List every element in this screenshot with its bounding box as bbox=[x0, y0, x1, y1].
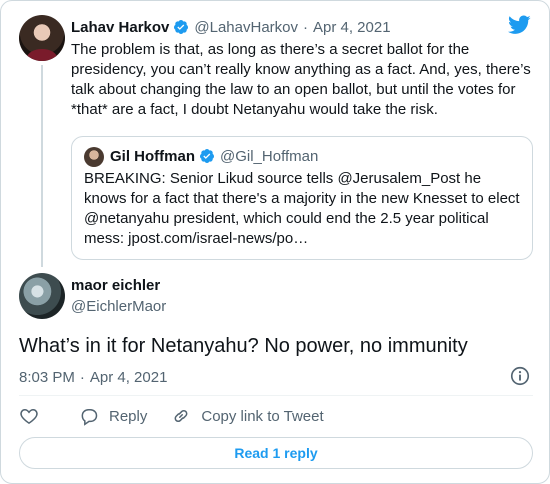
reply-button[interactable]: Reply bbox=[79, 406, 147, 426]
thread-connector-line bbox=[41, 65, 43, 267]
reply-bubble-icon bbox=[81, 409, 98, 426]
parent-tweet-text: The problem is that, as long as there’s … bbox=[71, 41, 531, 118]
link-icon bbox=[174, 409, 188, 423]
read-replies-button[interactable]: Read 1 reply bbox=[19, 437, 533, 469]
reply-author-name[interactable]: maor eichler bbox=[71, 277, 160, 294]
parent-author-name[interactable]: Lahav Harkov bbox=[71, 19, 169, 36]
quoted-tweet-card[interactable]: Gil Hoffman @Gil_Hoffman BREAKING: Senio… bbox=[71, 136, 533, 260]
copy-link-label: Copy link to Tweet bbox=[201, 407, 324, 425]
divider bbox=[19, 395, 533, 396]
reply-time[interactable]: 8:03 PM bbox=[19, 369, 75, 386]
quoted-author-name: Gil Hoffman bbox=[110, 147, 195, 165]
reply-label: Reply bbox=[109, 407, 148, 425]
gil-hoffman-avatar bbox=[84, 147, 104, 167]
like-button[interactable] bbox=[19, 406, 39, 426]
embedded-tweet-card: Lahav Harkov @LahavHarkov · Apr 4, 2021 … bbox=[0, 0, 550, 484]
lahav-harkov-avatar[interactable] bbox=[19, 15, 65, 61]
reply-date[interactable]: Apr 4, 2021 bbox=[90, 369, 168, 386]
dot-separator: · bbox=[79, 368, 85, 386]
quoted-tweet-header: Gil Hoffman @Gil_Hoffman bbox=[110, 145, 318, 167]
parent-tweet-header: Lahav Harkov @LahavHarkov · Apr 4, 2021 bbox=[71, 16, 391, 38]
maor-eichler-avatar[interactable] bbox=[19, 273, 65, 319]
tweet-actions-bar: Reply Copy link to Tweet bbox=[19, 404, 348, 428]
verified-badge-icon bbox=[174, 20, 189, 34]
verified-badge-icon bbox=[199, 149, 214, 163]
quoted-author-handle: @Gil_Hoffman bbox=[220, 147, 319, 165]
parent-author-handle[interactable]: @LahavHarkov bbox=[194, 19, 298, 36]
reply-author-handle[interactable]: @EichlerMaor bbox=[71, 298, 166, 315]
reply-timestamp[interactable]: 8:03 PM · Apr 4, 2021 bbox=[19, 367, 167, 387]
heart-icon bbox=[20, 408, 38, 424]
reply-tweet-text: What’s in it for Netanyahu? No power, no… bbox=[19, 335, 468, 357]
parent-tweet-date[interactable]: Apr 4, 2021 bbox=[313, 19, 391, 36]
twitter-bird-icon[interactable] bbox=[508, 15, 531, 35]
quoted-tweet-text: BREAKING: Senior Likud source tells @Jer… bbox=[84, 170, 520, 247]
info-icon[interactable] bbox=[509, 365, 531, 387]
dot-separator: · bbox=[303, 18, 308, 36]
copy-link-button[interactable]: Copy link to Tweet bbox=[171, 406, 324, 426]
